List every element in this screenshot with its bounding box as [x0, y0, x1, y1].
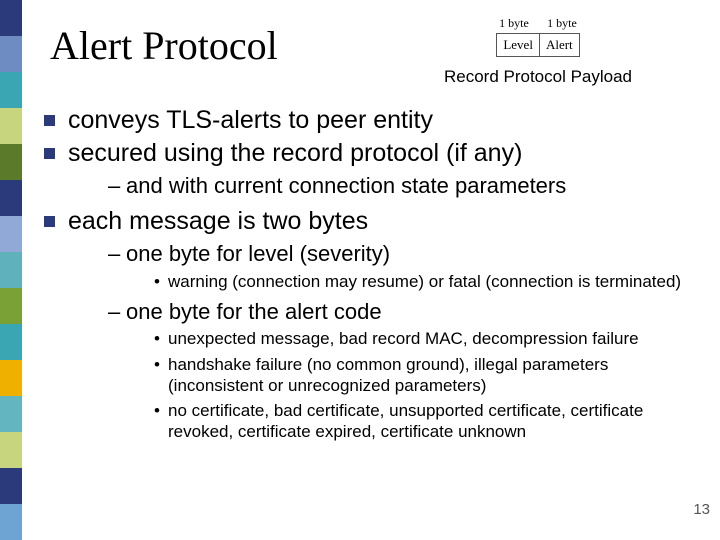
bullet-3: each message is two bytes one byte for l…: [38, 206, 708, 443]
byte-size-labels: 1 byte1 byte: [408, 16, 668, 31]
bullet-list: conveys TLS-alerts to peer entity secure…: [38, 105, 708, 443]
bullet-3-sub-2-dot-1: unexpected message, bad record MAC, deco…: [154, 328, 708, 349]
payload-diagram: 1 byte1 byte Level Alert Record Protocol…: [408, 16, 668, 87]
bullet-3-sub-1-text: one byte for level (severity): [126, 241, 390, 266]
bullet-3-sub-2-text: one byte for the alert code: [126, 299, 382, 324]
bullet-3-sub-2: one byte for the alert code unexpected m…: [108, 298, 708, 443]
byte-boxes: Level Alert: [496, 33, 579, 57]
byte-label-1: 1 byte: [490, 16, 538, 31]
diagram-caption: Record Protocol Payload: [408, 67, 668, 87]
bullet-2-sub-1: and with current connection state parame…: [108, 172, 708, 200]
cell-level: Level: [496, 33, 540, 57]
slide-content: 1 byte1 byte Level Alert Record Protocol…: [32, 10, 708, 530]
bullet-1: conveys TLS-alerts to peer entity: [38, 105, 708, 136]
bullet-3-text: each message is two bytes: [68, 207, 368, 235]
byte-label-2: 1 byte: [538, 16, 586, 31]
bullet-3-sub-2-dot-3: no certificate, bad certificate, unsuppo…: [154, 400, 708, 443]
bullet-2-text: secured using the record protocol (if an…: [68, 139, 522, 167]
cell-alert: Alert: [540, 33, 580, 57]
page-number: 13: [693, 501, 710, 518]
bullet-3-sub-2-dot-2: handshake failure (no common ground), il…: [154, 354, 708, 397]
bullet-2: secured using the record protocol (if an…: [38, 138, 708, 200]
bullet-3-sub-1-dot-1: warning (connection may resume) or fatal…: [154, 271, 708, 292]
bullet-3-sub-1: one byte for level (severity) warning (c…: [108, 240, 708, 292]
decorative-sidebar: [0, 0, 22, 540]
